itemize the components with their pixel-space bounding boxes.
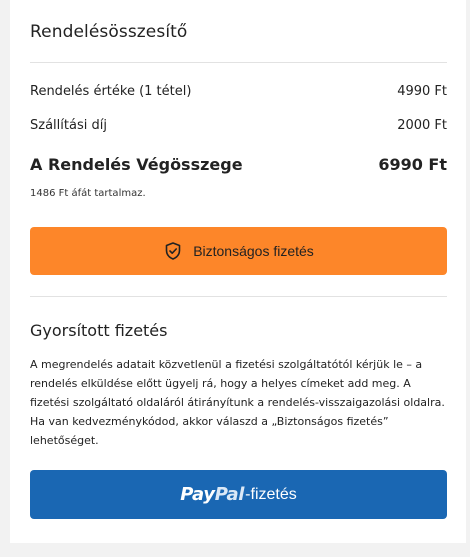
summary-title: Rendelésösszesítő <box>30 22 188 42</box>
total-amount: 6990 Ft <box>378 155 447 174</box>
total-label: A Rendelés Végösszege <box>30 155 243 174</box>
total-row: A Rendelés Végösszege 6990 Ft <box>30 155 447 174</box>
order-value-row: Rendelés értéke (1 tétel) 4990 Ft <box>30 84 447 99</box>
order-summary-card: Rendelésösszesítő Rendelés értéke (1 tét… <box>10 0 466 543</box>
shield-check-icon <box>163 241 183 261</box>
divider <box>30 62 447 63</box>
divider <box>30 296 447 297</box>
fast-checkout-description: A megrendelés adatait közvetlenül a fize… <box>30 358 445 447</box>
secure-checkout-label: Biztonságos fizetés <box>193 243 314 259</box>
fast-checkout-title: Gyorsított fizetés <box>30 321 168 340</box>
shipping-label: Szállítási díj <box>30 118 107 133</box>
vat-note: 1486 Ft áfát tartalmaz. <box>30 188 146 199</box>
paypal-checkout-button[interactable]: PayPal -fizetés <box>30 470 447 519</box>
paypal-button-label: -fizetés <box>245 485 297 503</box>
paypal-logo: PayPal <box>180 484 244 505</box>
shipping-amount: 2000 Ft <box>397 118 447 133</box>
shipping-row: Szállítási díj 2000 Ft <box>30 118 447 133</box>
paypal-logo-pay: Pay <box>180 484 215 505</box>
order-value-amount: 4990 Ft <box>397 84 447 99</box>
order-value-label: Rendelés értéke (1 tétel) <box>30 84 192 99</box>
paypal-logo-pal: Pal <box>214 484 245 505</box>
secure-checkout-button[interactable]: Biztonságos fizetés <box>30 227 447 275</box>
